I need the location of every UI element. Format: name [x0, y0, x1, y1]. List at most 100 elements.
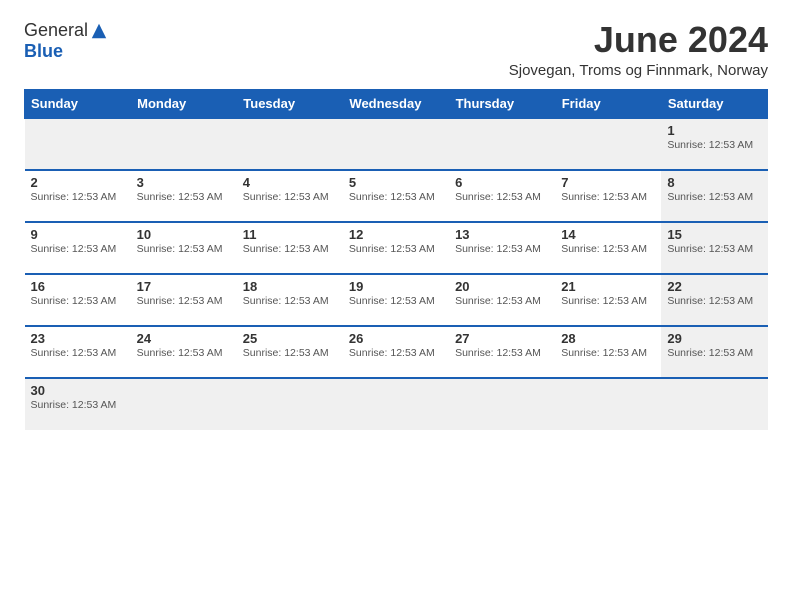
day-number: 20 — [455, 279, 549, 294]
day-number: 5 — [349, 175, 443, 190]
day-number: 3 — [137, 175, 231, 190]
calendar-cell — [237, 118, 343, 170]
day-sunrise: Sunrise: 12:53 AM — [455, 243, 549, 255]
calendar-cell: 22Sunrise: 12:53 AM — [661, 274, 767, 326]
day-number: 8 — [667, 175, 761, 190]
calendar-cell: 19Sunrise: 12:53 AM — [343, 274, 449, 326]
calendar-cell: 17Sunrise: 12:53 AM — [131, 274, 237, 326]
calendar-cell — [449, 118, 555, 170]
day-number: 9 — [31, 227, 125, 242]
day-sunrise: Sunrise: 12:53 AM — [137, 191, 231, 203]
calendar-week-row: 9Sunrise: 12:53 AM10Sunrise: 12:53 AM11S… — [25, 222, 768, 274]
calendar-week-row: 23Sunrise: 12:53 AM24Sunrise: 12:53 AM25… — [25, 326, 768, 378]
header-wednesday: Wednesday — [343, 89, 449, 118]
day-number: 11 — [243, 227, 337, 242]
calendar-cell: 1Sunrise: 12:53 AM — [661, 118, 767, 170]
day-sunrise: Sunrise: 12:53 AM — [31, 347, 125, 359]
calendar-cell: 15Sunrise: 12:53 AM — [661, 222, 767, 274]
day-number: 22 — [667, 279, 761, 294]
calendar-cell — [237, 378, 343, 430]
day-number: 18 — [243, 279, 337, 294]
calendar-cell: 29Sunrise: 12:53 AM — [661, 326, 767, 378]
calendar-table: Sunday Monday Tuesday Wednesday Thursday… — [24, 89, 768, 430]
calendar-cell: 4Sunrise: 12:53 AM — [237, 170, 343, 222]
day-sunrise: Sunrise: 12:53 AM — [561, 191, 655, 203]
day-sunrise: Sunrise: 12:53 AM — [349, 191, 443, 203]
day-number: 19 — [349, 279, 443, 294]
day-number: 24 — [137, 331, 231, 346]
day-number: 28 — [561, 331, 655, 346]
calendar-cell: 6Sunrise: 12:53 AM — [449, 170, 555, 222]
day-sunrise: Sunrise: 12:53 AM — [667, 191, 761, 203]
day-number: 16 — [31, 279, 125, 294]
calendar-header: General Blue June 2024 Sjovegan, Troms o… — [24, 20, 768, 79]
calendar-week-row: 1Sunrise: 12:53 AM — [25, 118, 768, 170]
calendar-title: June 2024 — [509, 20, 768, 60]
day-number: 25 — [243, 331, 337, 346]
header-friday: Friday — [555, 89, 661, 118]
day-sunrise: Sunrise: 12:53 AM — [455, 295, 549, 307]
calendar-cell: 23Sunrise: 12:53 AM — [25, 326, 131, 378]
calendar-cell: 27Sunrise: 12:53 AM — [449, 326, 555, 378]
day-number: 1 — [667, 123, 761, 138]
title-block: June 2024 Sjovegan, Troms og Finnmark, N… — [509, 20, 768, 79]
day-sunrise: Sunrise: 12:53 AM — [31, 295, 125, 307]
calendar-cell — [131, 378, 237, 430]
day-number: 27 — [455, 331, 549, 346]
day-number: 29 — [667, 331, 761, 346]
calendar-page: General Blue June 2024 Sjovegan, Troms o… — [0, 0, 792, 612]
logo-general-text: General — [24, 20, 88, 41]
calendar-cell — [555, 378, 661, 430]
day-sunrise: Sunrise: 12:53 AM — [31, 191, 125, 203]
calendar-cell: 30Sunrise: 12:53 AM — [25, 378, 131, 430]
day-sunrise: Sunrise: 12:53 AM — [561, 347, 655, 359]
day-number: 21 — [561, 279, 655, 294]
calendar-body: 1Sunrise: 12:53 AM2Sunrise: 12:53 AM3Sun… — [25, 118, 768, 430]
header-thursday: Thursday — [449, 89, 555, 118]
day-number: 15 — [667, 227, 761, 242]
day-number: 12 — [349, 227, 443, 242]
calendar-cell — [131, 118, 237, 170]
day-sunrise: Sunrise: 12:53 AM — [667, 295, 761, 307]
header-sunday: Sunday — [25, 89, 131, 118]
day-sunrise: Sunrise: 12:53 AM — [243, 191, 337, 203]
calendar-week-row: 16Sunrise: 12:53 AM17Sunrise: 12:53 AM18… — [25, 274, 768, 326]
weekday-header-row: Sunday Monday Tuesday Wednesday Thursday… — [25, 89, 768, 118]
header-tuesday: Tuesday — [237, 89, 343, 118]
day-sunrise: Sunrise: 12:53 AM — [31, 243, 125, 255]
day-number: 14 — [561, 227, 655, 242]
calendar-cell: 13Sunrise: 12:53 AM — [449, 222, 555, 274]
calendar-cell: 10Sunrise: 12:53 AM — [131, 222, 237, 274]
day-number: 7 — [561, 175, 655, 190]
calendar-week-row: 30Sunrise: 12:53 AM — [25, 378, 768, 430]
calendar-cell — [661, 378, 767, 430]
day-number: 30 — [31, 383, 125, 398]
day-number: 10 — [137, 227, 231, 242]
day-sunrise: Sunrise: 12:53 AM — [561, 295, 655, 307]
day-sunrise: Sunrise: 12:53 AM — [667, 243, 761, 255]
calendar-cell: 20Sunrise: 12:53 AM — [449, 274, 555, 326]
calendar-cell: 7Sunrise: 12:53 AM — [555, 170, 661, 222]
calendar-cell — [555, 118, 661, 170]
day-sunrise: Sunrise: 12:53 AM — [561, 243, 655, 255]
calendar-cell: 16Sunrise: 12:53 AM — [25, 274, 131, 326]
day-sunrise: Sunrise: 12:53 AM — [243, 347, 337, 359]
day-sunrise: Sunrise: 12:53 AM — [349, 295, 443, 307]
day-sunrise: Sunrise: 12:53 AM — [31, 399, 125, 411]
day-sunrise: Sunrise: 12:53 AM — [137, 347, 231, 359]
calendar-cell: 25Sunrise: 12:53 AM — [237, 326, 343, 378]
calendar-subtitle: Sjovegan, Troms og Finnmark, Norway — [509, 62, 768, 79]
calendar-cell — [449, 378, 555, 430]
calendar-cell: 2Sunrise: 12:53 AM — [25, 170, 131, 222]
calendar-cell: 18Sunrise: 12:53 AM — [237, 274, 343, 326]
day-sunrise: Sunrise: 12:53 AM — [667, 347, 761, 359]
calendar-cell: 8Sunrise: 12:53 AM — [661, 170, 767, 222]
logo: General Blue — [24, 20, 108, 62]
calendar-cell — [343, 378, 449, 430]
day-number: 17 — [137, 279, 231, 294]
header-saturday: Saturday — [661, 89, 767, 118]
day-number: 23 — [31, 331, 125, 346]
day-number: 26 — [349, 331, 443, 346]
day-sunrise: Sunrise: 12:53 AM — [137, 295, 231, 307]
calendar-cell — [343, 118, 449, 170]
